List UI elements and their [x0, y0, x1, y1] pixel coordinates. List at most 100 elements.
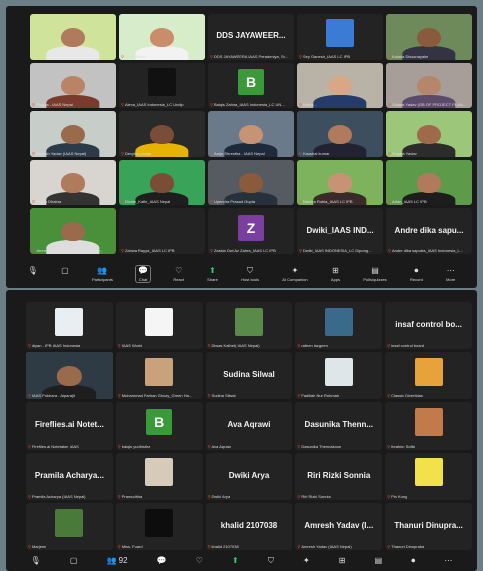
- participant-tile[interactable]: ⚲Namira Rubla_IAAS LC IPB: [297, 159, 383, 206]
- participant-name: Srijana Yadav (GB OF PROJECT PLAN...: [391, 102, 466, 108]
- participant-tile[interactable]: ⚲Fadillah Nur Rohmah: [295, 352, 383, 400]
- participant-tile[interactable]: ⚲Pin Kung: [385, 452, 472, 500]
- apps-button[interactable]: ⊞ Apps: [331, 266, 340, 282]
- participant-name-label: ⚲balqis yudhistira: [118, 444, 151, 449]
- video-button[interactable]: ▢: [61, 266, 69, 275]
- react-icon: ♡: [195, 556, 203, 565]
- apps-label: Apps: [330, 277, 341, 282]
- mic-muted-icon: ⚲: [387, 544, 391, 549]
- participant-tile[interactable]: Dasunika Thenn... ⚲Dasunika Thennakoon: [295, 402, 383, 450]
- polls-button[interactable]: ▤: [375, 556, 383, 565]
- participant-tile[interactable]: ⚲IAAS Pokhara - Aiparajit: [26, 352, 113, 400]
- participant-tile[interactable]: ⚲IAAS World: [119, 14, 205, 60]
- participant-tile[interactable]: ⚲Arfan_IAAS LC IPB: [386, 159, 472, 206]
- participant-tile[interactable]: Amresh Yadav (I... ⚲Amresh Yadav (IAAS Ne…: [295, 502, 383, 550]
- participant-tile[interactable]: ⚲Srijana Yadav (GB OF PROJECT PLAN...: [386, 62, 472, 109]
- mic-muted-icon: ⚲: [117, 493, 121, 499]
- ai-companion-icon: ✦: [291, 266, 299, 275]
- more-button[interactable]: ⋯ More: [446, 266, 455, 282]
- chat-button[interactable]: 💬 Chat: [135, 265, 152, 283]
- participant-display-name: Dasunika Thenn...: [304, 420, 374, 430]
- participant-tile[interactable]: ⚲Divide_Kafle_IAAS Nepal: [119, 159, 205, 206]
- share-label: Share: [207, 277, 218, 282]
- participant-tile[interactable]: [30, 14, 116, 60]
- participant-tile[interactable]: ⚲Kalana Dissanayake: [386, 14, 472, 60]
- participant-tile[interactable]: DDS JAYAWEER... ⚲DDS JAYAWEERA IAAS Perad…: [208, 14, 294, 60]
- participant-tile[interactable]: ⚲Alexa_IAAS Indonesia_LC Undip: [119, 62, 205, 109]
- participant-tile[interactable]: ⚲Classic Divertidas: [385, 352, 472, 400]
- participant-tile[interactable]: ⚲Pragya - IAAS Nepal: [30, 62, 116, 109]
- record-button[interactable]: ⏺: [411, 556, 415, 565]
- profile-photo: [414, 408, 443, 437]
- participant-name: Sugata Yadav: [391, 150, 417, 156]
- mic-muted-icon: ⚲: [388, 150, 391, 156]
- participant-tile[interactable]: ⚲diyan - IPB IAAS Indonesia: [26, 302, 113, 350]
- participant-name-label: ⚲rafeen lazgeen: [297, 343, 327, 348]
- participant-tile[interactable]: ⚲IAAS World: [115, 302, 203, 350]
- participant-tile[interactable]: ⚲Zayan Dhabra: [30, 159, 116, 206]
- share-button[interactable]: ⬆: [232, 556, 239, 565]
- record-button[interactable]: ⏺ Record: [410, 266, 423, 282]
- participant-tile[interactable]: ⚲Miss. Fuard: [115, 502, 203, 550]
- participant-name-label: ⚲Riri Rizki Sonnia: [297, 494, 330, 499]
- participant-name: Fadillah Nur Rohmah: [301, 393, 340, 399]
- participant-tile[interactable]: insaf control bo... ⚲insaf control board: [385, 302, 472, 350]
- participant-tile[interactable]: Dwiki Arya ⚲Dwiki Arya: [205, 452, 293, 500]
- participant-tile[interactable]: Riri Rizki Sonnia ⚲Riri Rizki Sonnia: [295, 452, 383, 500]
- participant-tile[interactable]: ⚲Upendra Prasad Gupta: [208, 159, 294, 206]
- participant-display-name: Dwiki_IAAS IND...: [306, 225, 374, 235]
- participant-tile[interactable]: ⚲Ibrahim Sofiki: [385, 402, 472, 450]
- apps-button[interactable]: ⊞: [339, 556, 346, 565]
- host-tools-button[interactable]: ⛉ Host tools: [241, 266, 259, 282]
- participant-name: balqis yudhistira: [121, 443, 151, 449]
- mute-button[interactable]: 🎙: [31, 556, 41, 565]
- participant-name-label: ⚲Thanuri Dinupraba: [387, 544, 424, 549]
- participant-tile[interactable]: B ⚲balqis yudhistira: [115, 402, 203, 450]
- participant-tile[interactable]: Andre dika sapu... ⚲Andre dika saputra_IA…: [386, 208, 472, 254]
- participant-tile[interactable]: ⚲Aarju Shrestha - IAAS Nepal: [208, 111, 294, 157]
- more-button[interactable]: ⋯: [444, 556, 452, 565]
- participant-tile[interactable]: ⚲Muhammad Farhan Ghozy_Green Ha...: [115, 352, 203, 400]
- participant-tile[interactable]: ⚲Sugata Yadav: [386, 111, 472, 157]
- participant-tile[interactable]: Fireflies.ai Notet... ⚲Fireflies.ai Notet…: [26, 402, 113, 450]
- participant-tile[interactable]: ⚲rafeen lazgeen: [295, 302, 383, 350]
- polls-button[interactable]: ▤ Polls/quizzes: [363, 266, 386, 282]
- participant-tile[interactable]: ⚲Amresh Yadav (IAAS Nepal): [30, 111, 116, 157]
- video-button[interactable]: ▢: [70, 556, 78, 565]
- participant-tile[interactable]: ⚲Diwas Kathet( IAAS Nepal): [205, 302, 293, 350]
- mic-muted-icon: ⚲: [299, 102, 302, 108]
- participant-tile[interactable]: ⚲Marjeen: [26, 502, 113, 550]
- participant-tile[interactable]: Ava Aqrawi ⚲Ava Aqrawi: [205, 402, 293, 450]
- participant-tile[interactable]: khalid 2107038 ⚲khalid 2107038: [205, 502, 293, 550]
- participant-tile[interactable]: Pramila Acharya... ⚲Pramila Acharya (IAAS…: [26, 452, 113, 500]
- ai-companion-button[interactable]: ✦ AI Companion: [282, 266, 307, 282]
- participant-tile[interactable]: ⚲Zahwa Rayya_IAAS LC IPB: [119, 208, 205, 254]
- react-button[interactable]: ♡ React: [173, 266, 183, 282]
- participant-name-label: ⚲IAAS Pokhara - Aiparajit: [28, 393, 75, 398]
- mic-muted-icon: ⚲: [32, 150, 35, 156]
- chat-button[interactable]: 💬: [157, 556, 167, 565]
- participant-tile[interactable]: ⚲Sey Ganesh_IAAS LC IPB: [297, 14, 383, 60]
- participant-name-label: ⚲Kaushal kumar: [299, 151, 330, 156]
- host-tools-button[interactable]: ⛉: [268, 556, 274, 565]
- participants-button[interactable]: 👥 Participants: [92, 266, 113, 282]
- share-button[interactable]: ⬆ Share: [207, 266, 218, 282]
- mute-button[interactable]: 🎙: [28, 266, 38, 275]
- react-button[interactable]: ♡: [196, 556, 203, 565]
- participant-tile[interactable]: ⚲Pramuditha: [115, 452, 203, 500]
- participant-name-label: ⚲Nadia...: [299, 102, 317, 107]
- participant-name: Zayan Dhabra: [35, 199, 62, 205]
- participant-tile[interactable]: ⚲Kaushal kumar: [297, 111, 383, 157]
- chat-label: Chat: [138, 277, 148, 282]
- participant-tile[interactable]: Sudina Silwal ⚲Sudina Silwal: [205, 352, 293, 400]
- participant-tile[interactable]: ⚲Devyika panjar: [119, 111, 205, 157]
- participant-tile[interactable]: ⚲Nadia...: [297, 62, 383, 109]
- participant-tile[interactable]: B ⚲Balqis Zahira_IAAS Indonesia_LC UN...: [208, 62, 294, 109]
- participant-tile[interactable]: ⚲Jeremy_IAAS Indonesia_LC Dipone...: [30, 208, 116, 254]
- participant-tile[interactable]: Dwiki_IAAS IND... ⚲Dwiki_IAAS INDONESIA_L…: [297, 208, 383, 254]
- participant-tile[interactable]: Z ⚲Zaskia Dwi Az Zahra_IAAS LC IPB: [208, 208, 294, 254]
- ai-companion-button[interactable]: ✦: [303, 556, 310, 565]
- participant-tile[interactable]: Thanuri Dinupra... ⚲Thanuri Dinupraba: [385, 502, 472, 550]
- participants-button[interactable]: 👥 92: [106, 556, 127, 565]
- participant-name-label: ⚲Zahwa Rayya_IAAS LC IPB: [121, 248, 175, 253]
